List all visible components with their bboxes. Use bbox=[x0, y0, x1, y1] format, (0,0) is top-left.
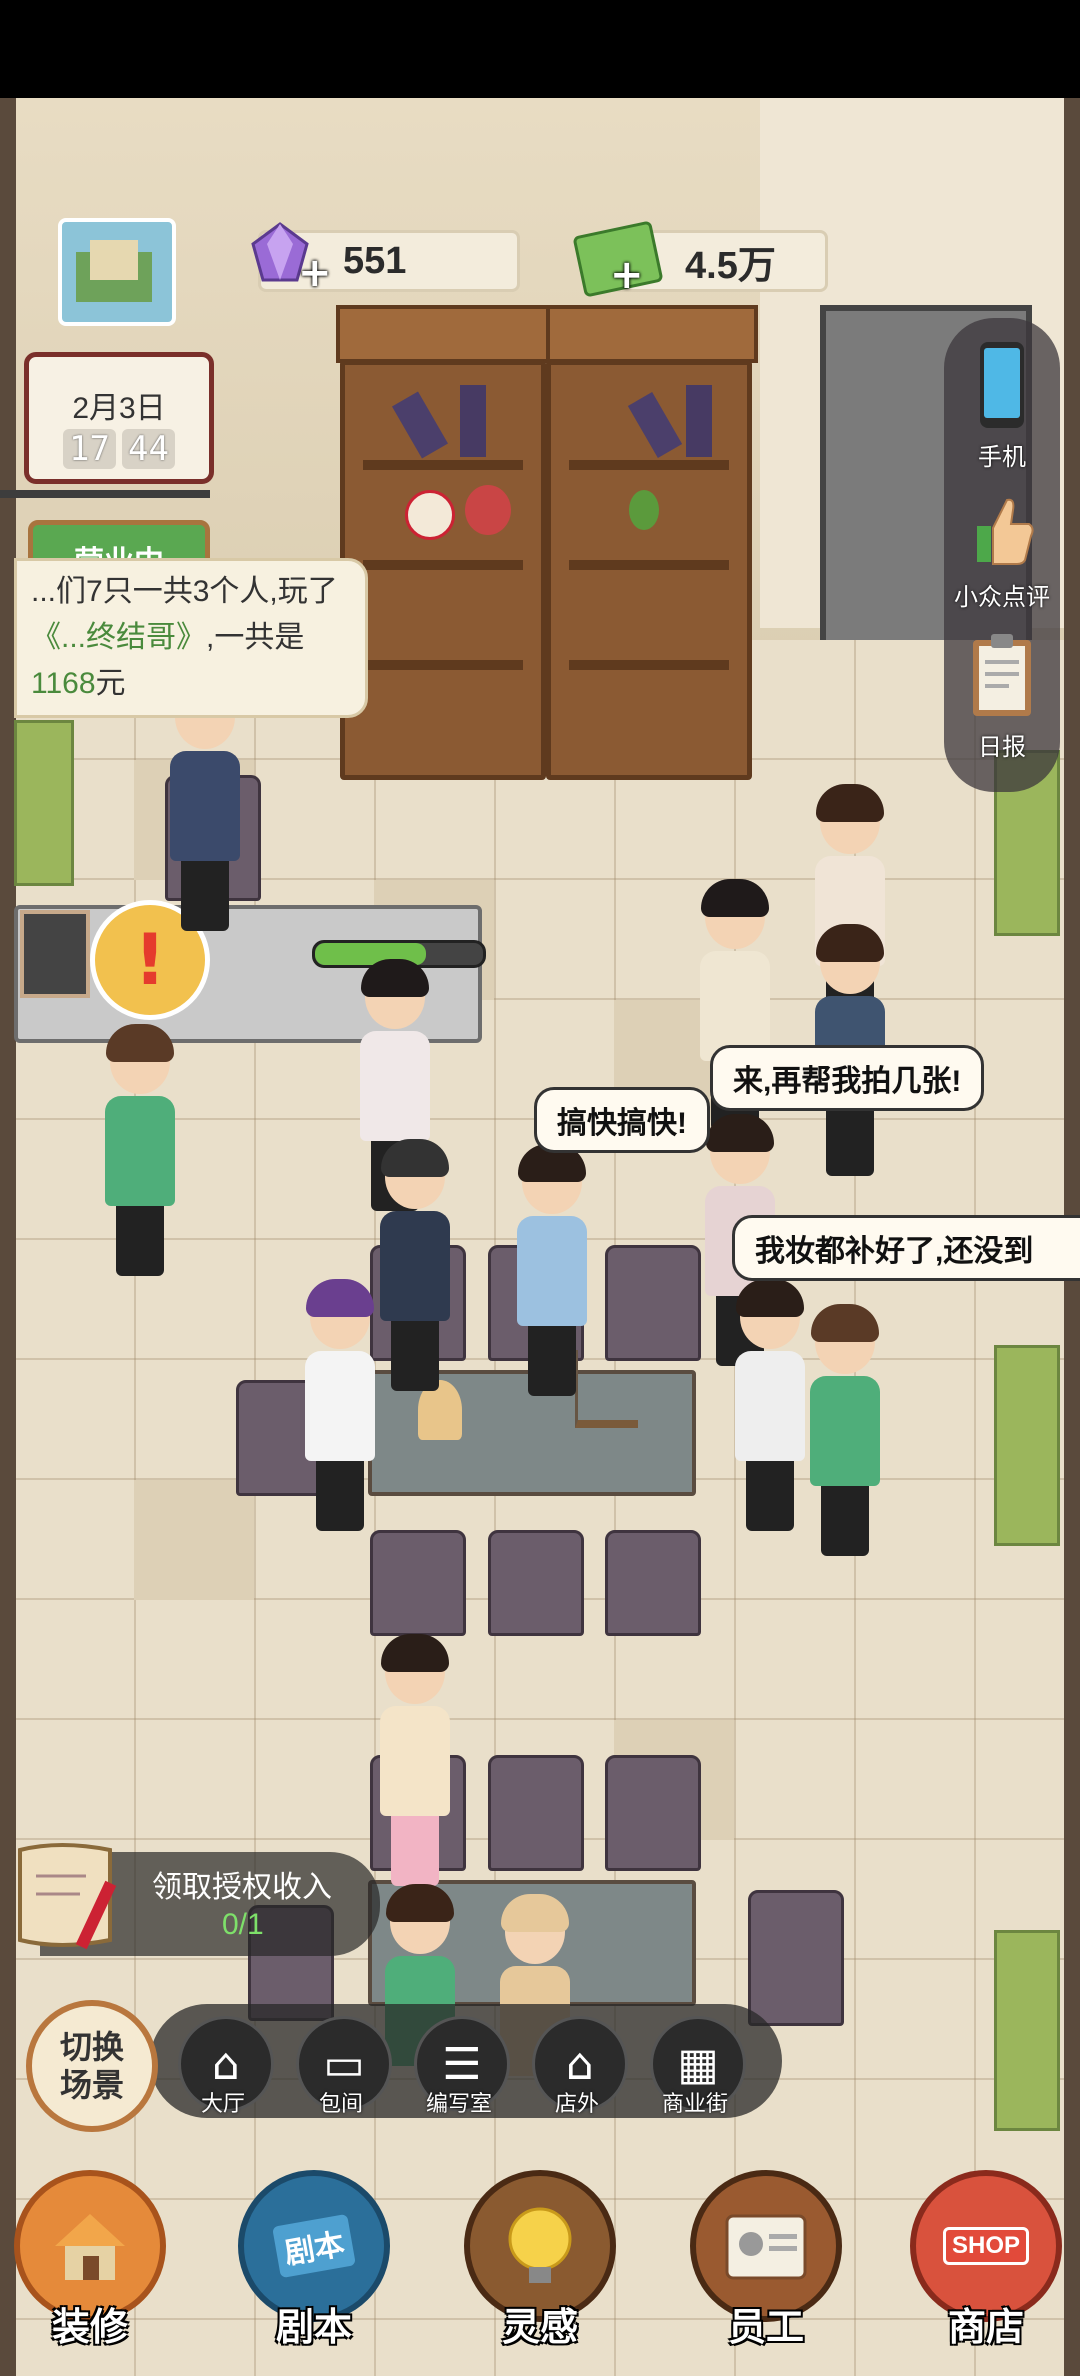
game-stage[interactable]: ! 搞快搞快! 来,再帮我拍几张! 我妆都补好了,还没到 551 + 4.5万 … bbox=[0, 0, 1080, 2376]
script-book-title: 剧本 bbox=[272, 2213, 356, 2279]
chair bbox=[748, 1890, 844, 2026]
tab-hall[interactable]: ⌂ 大厅 bbox=[178, 2016, 274, 2118]
reviews-label: 小众点评 bbox=[954, 584, 1050, 611]
green-floor-mat bbox=[994, 1930, 1060, 2131]
tab-writing-room-label: 编写室 bbox=[425, 2091, 492, 2116]
nav-inspiration[interactable]: 灵感 bbox=[460, 2170, 620, 2351]
bookshelf-top bbox=[336, 305, 550, 363]
character-customer[interactable] bbox=[730, 1279, 810, 1531]
chair bbox=[605, 1755, 701, 1871]
tab-private-room[interactable]: ▭ 包间 bbox=[296, 2016, 392, 2118]
license-income-progress: 0/1 bbox=[222, 1908, 264, 1941]
character-staff[interactable] bbox=[100, 1024, 180, 1276]
add-cash-icon[interactable]: + bbox=[610, 252, 644, 298]
phone-button[interactable]: 手机 bbox=[944, 340, 1060, 472]
nav-script[interactable]: 剧本 剧本 bbox=[234, 2170, 394, 2351]
tab-outside[interactable]: ⌂ 店外 bbox=[532, 2016, 628, 2118]
earnings-notice: ...们7只一共3个人,玩了 《...终结哥》,一共是 1168元 bbox=[14, 558, 368, 718]
switch-label-line2: 场景 bbox=[59, 2067, 124, 2103]
poster-frame bbox=[20, 910, 90, 998]
calendar-clock[interactable]: 2月3日 17 44 bbox=[24, 352, 214, 484]
nav-shop-label: 商店 bbox=[947, 2307, 1024, 2349]
switch-label-line1: 切换 bbox=[59, 2029, 124, 2065]
chair bbox=[370, 1530, 466, 1636]
tab-outside-label: 店外 bbox=[554, 2091, 599, 2116]
switch-scene-button[interactable]: 切换 场景 bbox=[26, 2000, 158, 2132]
nav-shop[interactable]: SHOP 商店 bbox=[906, 2170, 1066, 2351]
chair bbox=[605, 1245, 701, 1361]
status-bar bbox=[0, 0, 1080, 98]
add-gems-icon[interactable]: + bbox=[298, 250, 332, 296]
scroll-icon[interactable] bbox=[0, 1830, 140, 1970]
character-customer[interactable] bbox=[375, 1139, 455, 1391]
character-customer[interactable] bbox=[512, 1144, 592, 1396]
nav-staff-label: 员工 bbox=[727, 2307, 804, 2349]
speech-bubble: 我妆都补好了,还没到 bbox=[732, 1215, 1080, 1281]
notice-script-title: 《...终结哥》 bbox=[31, 621, 207, 654]
chair bbox=[488, 1530, 584, 1636]
speech-bubble: 来,再帮我拍几张! bbox=[710, 1045, 985, 1111]
chair bbox=[488, 1755, 584, 1871]
gem-count: 551 bbox=[343, 239, 407, 282]
chair bbox=[605, 1530, 701, 1636]
reviews-button[interactable]: 小众点评 bbox=[944, 490, 1060, 612]
calendar-date: 2月3日 bbox=[72, 392, 166, 425]
bookshelf-right[interactable] bbox=[546, 360, 752, 780]
tab-commercial-street[interactable]: ▦ 商业街 bbox=[650, 2016, 746, 2118]
green-floor-mat bbox=[14, 720, 74, 886]
sign-bar bbox=[0, 490, 210, 498]
nav-staff[interactable]: 员工 bbox=[686, 2170, 846, 2351]
notice-middle: ,一共是 bbox=[206, 621, 305, 654]
left-wall-edge bbox=[0, 98, 16, 2376]
notice-line-2: 《...终结哥》,一共是 1168元 bbox=[31, 615, 351, 707]
daily-report-label: 日报 bbox=[978, 734, 1026, 761]
character-staff[interactable] bbox=[805, 1304, 885, 1556]
character-customer[interactable] bbox=[375, 1634, 455, 1886]
license-income-label: 领取授权收入 bbox=[152, 1871, 332, 1904]
character-customer[interactable] bbox=[300, 1279, 380, 1531]
bookshelf-top bbox=[546, 305, 758, 363]
clock-hour: 17 bbox=[63, 429, 116, 469]
notice-unit: 元 bbox=[95, 667, 126, 700]
clipboard-icon bbox=[973, 634, 1031, 716]
notice-line-1: ...们7只一共3个人,玩了 bbox=[31, 575, 338, 608]
nav-renovate-label: 装修 bbox=[51, 2307, 128, 2349]
daily-report-button[interactable]: 日报 bbox=[944, 630, 1060, 762]
tab-commercial-street-label: 商业街 bbox=[661, 2091, 728, 2116]
tab-writing-room[interactable]: ☰ 编写室 bbox=[414, 2016, 510, 2118]
phone-label: 手机 bbox=[978, 444, 1026, 471]
floor-tile bbox=[134, 1480, 254, 1600]
speech-bubble: 搞快搞快! bbox=[534, 1087, 710, 1153]
tab-private-room-label: 包间 bbox=[318, 2091, 363, 2116]
shop-sign: SHOP bbox=[942, 2227, 1029, 2265]
nav-inspiration-label: 灵感 bbox=[501, 2307, 578, 2349]
bookshelf-left[interactable] bbox=[340, 360, 546, 780]
green-floor-mat bbox=[994, 1345, 1060, 1546]
nav-renovate[interactable]: 装修 bbox=[10, 2170, 170, 2351]
store-avatar[interactable] bbox=[58, 218, 176, 326]
notice-amount: 1168 bbox=[31, 667, 96, 700]
character-receptionist[interactable] bbox=[165, 679, 245, 931]
clock-minute: 44 bbox=[122, 429, 175, 469]
tab-hall-label: 大厅 bbox=[200, 2091, 245, 2116]
cash-amount: 4.5万 bbox=[685, 244, 776, 287]
nav-script-label: 剧本 bbox=[275, 2307, 352, 2349]
thumbs-up-icon bbox=[977, 498, 1034, 565]
phone-icon bbox=[980, 342, 1024, 428]
